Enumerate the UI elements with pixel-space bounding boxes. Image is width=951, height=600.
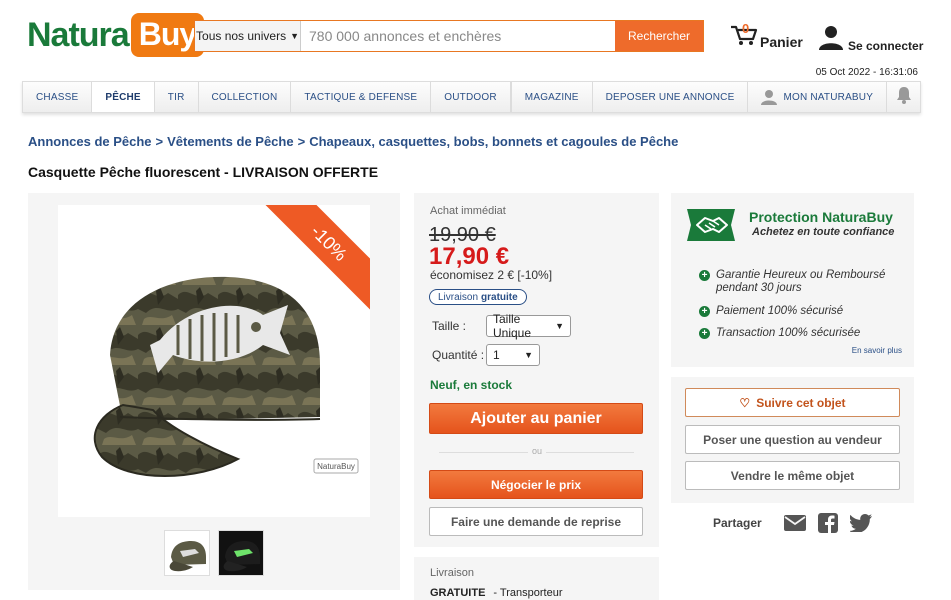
shipping-value: GRATUITE - Transporteur	[430, 587, 563, 599]
chevron-down-icon: ▼	[290, 31, 299, 41]
chevron-down-icon: ▼	[524, 350, 533, 360]
buyer-protection-box: Protection NaturaBuy Achetez en toute co…	[671, 193, 914, 367]
thumbnail-1[interactable]	[164, 530, 210, 576]
search-category-value: Tous nos univers	[196, 29, 287, 43]
add-to-cart-button[interactable]: Ajouter au panier	[429, 403, 643, 434]
protection-item-text: Paiement 100% sécurisé	[716, 305, 844, 317]
learn-more-link[interactable]: En savoir plus	[852, 346, 902, 355]
or-separator: ou	[528, 446, 547, 456]
user-icon	[818, 24, 844, 55]
server-datetime: 05 Oct 2022 - 16:31:06	[815, 67, 918, 78]
free-delivery-badge: Livraison gratuite	[429, 289, 527, 305]
follow-item-button[interactable]: ♡ Suivre cet objet	[685, 388, 900, 417]
nav-item-deposer-annonce[interactable]: Deposer une annonce	[593, 82, 749, 112]
main-nav: Chasse Pêche Tir Collection Tactique & D…	[22, 81, 921, 113]
facebook-icon[interactable]	[817, 513, 838, 533]
protection-item-text: Transaction 100% sécurisée	[716, 327, 861, 339]
cart-link[interactable]: 0 Panier	[730, 21, 803, 51]
shipping-price: GRATUITE	[430, 587, 486, 599]
naturabuy-logo[interactable]: Natura Buy	[27, 13, 205, 57]
product-title: Casquette Pêche fluorescent - LIVRAISON …	[28, 164, 379, 180]
buy-box: Achat immédiat 19,90 € 17,90 € économise…	[414, 193, 659, 547]
protection-subtitle: Achetez en toute confiance	[752, 226, 895, 238]
search-input[interactable]	[301, 21, 615, 51]
nav-item-tactique-defense[interactable]: Tactique & Defense	[291, 82, 432, 112]
logo-text-natura: Natura	[27, 15, 130, 54]
login-label: Se connecter	[848, 38, 924, 53]
delivery-badge-pre: Livraison	[438, 291, 479, 303]
quantity-select[interactable]: 1 ▼	[486, 344, 540, 366]
nav-item-mon-naturabuy[interactable]: Mon NaturaBuy	[748, 82, 888, 112]
heart-icon: ♡	[739, 395, 751, 410]
email-icon[interactable]	[783, 515, 806, 531]
nav-item-collection[interactable]: Collection	[199, 82, 292, 112]
breadcrumb-separator: >	[155, 134, 164, 149]
cart-count-badge: 0	[742, 21, 750, 36]
size-select-value: Taille Unique	[493, 312, 532, 340]
nav-item-magazine[interactable]: Magazine	[512, 82, 593, 112]
current-price: 17,90 €	[429, 243, 510, 270]
breadcrumb-item[interactable]: Annonces de Pêche	[28, 134, 152, 149]
notifications-button[interactable]	[887, 82, 920, 112]
login-link[interactable]: Se connecter	[818, 24, 923, 55]
product-gallery: NaturaBuy -10%	[28, 193, 400, 590]
sell-same-item-button[interactable]: Vendre le même objet	[685, 461, 900, 490]
trade-in-request-button[interactable]: Faire une demande de reprise	[429, 507, 643, 536]
nav-item-mon-naturabuy-label: Mon NaturaBuy	[783, 91, 874, 103]
share-label: Partager	[713, 516, 762, 530]
product-main-image[interactable]: NaturaBuy -10%	[58, 205, 370, 517]
protection-item: + Paiement 100% sécurisé	[699, 305, 904, 318]
handshake-badge-icon	[683, 205, 739, 250]
watermark-logo: NaturaBuy	[313, 458, 359, 474]
buy-mode-label: Achat immédiat	[430, 205, 506, 217]
protection-item: + Transaction 100% sécurisée	[699, 327, 904, 340]
protection-item-text: Garantie Heureux ou Remboursé pendant 30…	[716, 269, 886, 294]
nav-item-chasse[interactable]: Chasse	[23, 82, 93, 112]
protection-item: + Garantie Heureux ou Remboursé pendant …	[699, 269, 904, 295]
nav-item-tir[interactable]: Tir	[155, 82, 199, 112]
plus-icon: +	[699, 270, 710, 281]
thumbnail-2[interactable]	[218, 530, 264, 576]
protection-list: + Garantie Heureux ou Remboursé pendant …	[699, 269, 904, 340]
cart-label: Panier	[760, 34, 803, 50]
shipping-box: Livraison GRATUITE - Transporteur	[414, 557, 659, 600]
bell-icon	[896, 86, 912, 109]
search-category-select[interactable]: Tous nos univers ▼	[195, 21, 301, 51]
ask-seller-button[interactable]: Poser une question au vendeur	[685, 425, 900, 454]
user-icon	[761, 89, 778, 105]
follow-item-label: Suivre cet objet	[756, 395, 846, 410]
saving-text: économisez 2 € [-10%]	[430, 268, 553, 282]
quantity-label: Quantité :	[432, 348, 485, 362]
breadcrumb-item[interactable]: Chapeaux, casquettes, bobs, bonnets et c…	[309, 134, 678, 149]
nav-item-outdoor[interactable]: Outdoor	[431, 82, 511, 112]
svg-text:NaturaBuy: NaturaBuy	[317, 462, 355, 471]
plus-icon: +	[699, 306, 710, 317]
breadcrumb-separator: >	[297, 134, 306, 149]
search-bar: Tous nos univers ▼ Rechercher	[194, 20, 704, 52]
item-actions-box: ♡ Suivre cet objet Poser une question au…	[671, 377, 914, 503]
quantity-select-value: 1	[493, 348, 500, 362]
thumbnail-strip	[164, 530, 264, 576]
share-bar: Partager	[713, 513, 884, 533]
size-label: Taille :	[432, 319, 467, 333]
chevron-down-icon: ▼	[555, 321, 564, 331]
breadcrumb: Annonces de Pêche > Vêtements de Pêche > Cha…	[28, 134, 678, 149]
site-header: Natura Buy Tous nos univers ▼ Rechercher…	[0, 0, 951, 80]
stock-status: Neuf, en stock	[430, 378, 513, 392]
delivery-badge-bold: gratuite	[481, 291, 518, 303]
breadcrumb-item[interactable]: Vêtements de Pêche	[167, 134, 293, 149]
shipping-method: - Transporteur	[493, 587, 563, 599]
shipping-label: Livraison	[430, 567, 475, 579]
protection-title: Protection NaturaBuy	[749, 209, 893, 225]
plus-icon: +	[699, 328, 710, 339]
search-button[interactable]: Rechercher	[615, 21, 703, 51]
twitter-icon[interactable]	[849, 514, 872, 532]
size-select[interactable]: Taille Unique ▼	[486, 312, 571, 340]
nav-item-peche[interactable]: Pêche	[92, 82, 155, 112]
negotiate-price-button[interactable]: Négocier le prix	[429, 470, 643, 499]
